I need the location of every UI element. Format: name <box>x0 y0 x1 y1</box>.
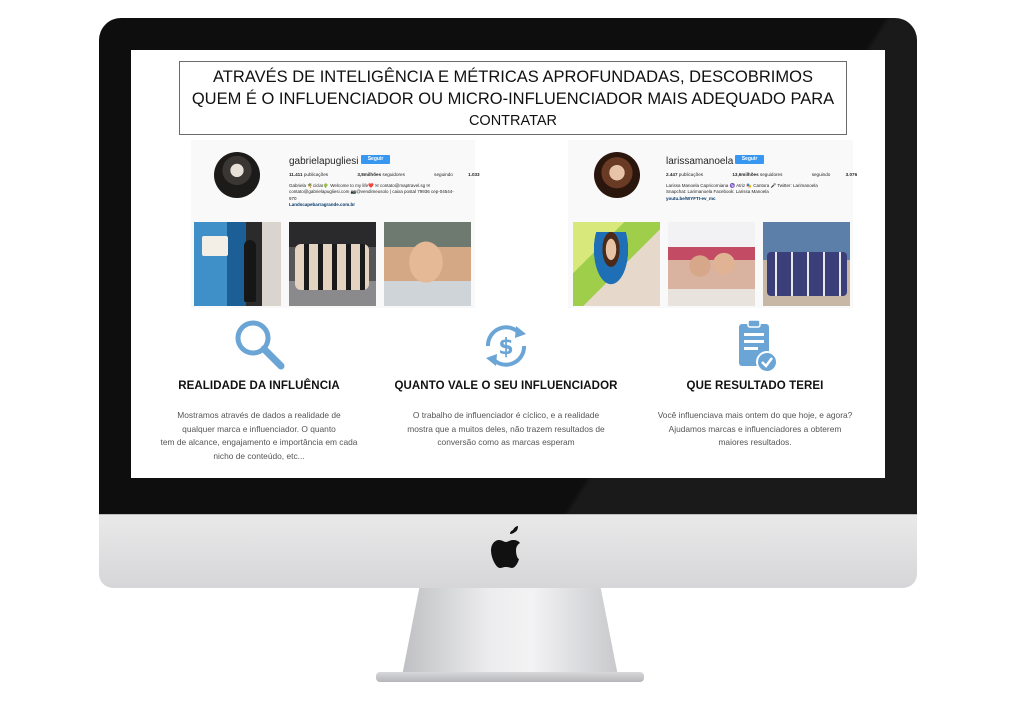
post-thumbnail[interactable] <box>763 222 850 306</box>
post-thumbnail[interactable] <box>573 222 660 306</box>
followers-count: 13,6milhões <box>732 172 759 177</box>
post-thumbnail[interactable] <box>194 222 281 306</box>
follow-button[interactable]: Seguir <box>361 155 390 164</box>
instagram-profile-card-larissa: larissamanoela Seguir 2.447 publicações … <box>568 140 857 308</box>
bio-link[interactable]: Landscapebarragrande.com.br <box>289 202 469 208</box>
avatar[interactable] <box>214 152 260 198</box>
following-label: seguindo <box>434 172 453 177</box>
followers-link[interactable]: 13,6milhões seguidores <box>732 172 796 177</box>
following-count: 3.076 <box>845 172 858 177</box>
profile-bio: Larissa Manoela Capricorniana ♑ Atriz 🎭 … <box>666 183 846 202</box>
profile-bio: Gabriela 🌴ciclar🌵 Welcome to my life❤️ ✉… <box>289 183 469 209</box>
following-link[interactable]: seguindo 1.033 <box>434 172 479 177</box>
avatar[interactable] <box>594 152 640 198</box>
posts-count: 2.447 <box>666 172 678 177</box>
bio-line: contato@gabrielapugliesi.com 📷@vendimeus… <box>289 189 454 195</box>
profile-stats: 2.447 publicações 13,6milhões seguidores… <box>666 172 871 177</box>
profile-username[interactable]: gabrielapugliesi <box>289 156 359 167</box>
follow-button[interactable]: Seguir <box>735 155 764 164</box>
headline-box: ATRAVÉS DE INTELIGÊNCIA E MÉTRICAS APROF… <box>179 61 847 135</box>
feature-title: QUE RESULTADO TEREI <box>686 380 824 392</box>
post-thumbnail[interactable] <box>289 222 376 306</box>
monitor-stand <box>402 588 618 676</box>
posts-count: 11.411 <box>289 172 303 177</box>
feature-influence-reality: REALIDADE DA INFLUÊNCIA Mostramos atravé… <box>139 316 379 463</box>
headline-line-2: QUEM É O INFLUENCIADOR OU MICRO-INFLUENC… <box>191 90 835 108</box>
headline-line-1: ATRAVÉS DE INTELIGÊNCIA E MÉTRICAS APROF… <box>213 68 813 86</box>
headline-line-3: CONTRATAR <box>468 113 558 129</box>
feature-title: REALIDADE DA INFLUÊNCIA <box>178 380 340 392</box>
posts-label: publicações <box>303 172 329 177</box>
imac-mockup: ATRAVÉS DE INTELIGÊNCIA E MÉTRICAS APROF… <box>0 0 1020 713</box>
profile-stats: 11.411 publicações 3,8milhões seguidores… <box>289 172 494 177</box>
followers-link[interactable]: 3,8milhões seguidores <box>357 172 419 177</box>
magnifier-icon <box>235 320 285 370</box>
feature-description: Você influenciava mais ontem do que hoje… <box>657 410 853 447</box>
post-thumbnail[interactable] <box>384 222 471 306</box>
profile-username[interactable]: larissamanoela <box>666 156 733 167</box>
post-thumbnail[interactable] <box>668 222 755 306</box>
clipboard-check-icon <box>739 319 778 373</box>
feature-title: QUANTO VALE O SEU INFLUENCIADOR <box>394 380 618 392</box>
followers-label: seguidores <box>382 172 405 177</box>
following-count: 1.033 <box>468 172 480 177</box>
feature-description: Mostramos através de dados a realidade d… <box>160 410 358 461</box>
instagram-profile-card-gabriela: gabrielapugliesi Seguir 11.411 publicaçõ… <box>191 140 480 308</box>
monitor-foot <box>376 672 644 682</box>
svg-text:$: $ <box>498 335 513 360</box>
posts-label: publicações <box>678 172 704 177</box>
monitor-screen: ATRAVÉS DE INTELIGÊNCIA E MÉTRICAS APROF… <box>131 50 885 478</box>
feature-expected-result: QUE RESULTADO TEREI Você influenciava ma… <box>635 316 875 450</box>
feature-influencer-value: $ QUANTO VALE O SEU INFLUENCIADOR O trab… <box>386 316 626 450</box>
followers-count: 3,8milhões <box>357 172 382 177</box>
bio-link[interactable]: youtu.be/WYFTI-ev_mc <box>666 196 846 202</box>
dollar-cycle-icon: $ <box>485 325 527 367</box>
apple-logo-icon <box>491 526 520 568</box>
following-link[interactable]: seguindo 3.076 <box>812 172 857 177</box>
followers-label: seguidores <box>759 172 783 177</box>
feature-description: O trabalho de influenciador é cíclico, e… <box>407 410 605 447</box>
following-label: seguindo <box>811 172 831 177</box>
